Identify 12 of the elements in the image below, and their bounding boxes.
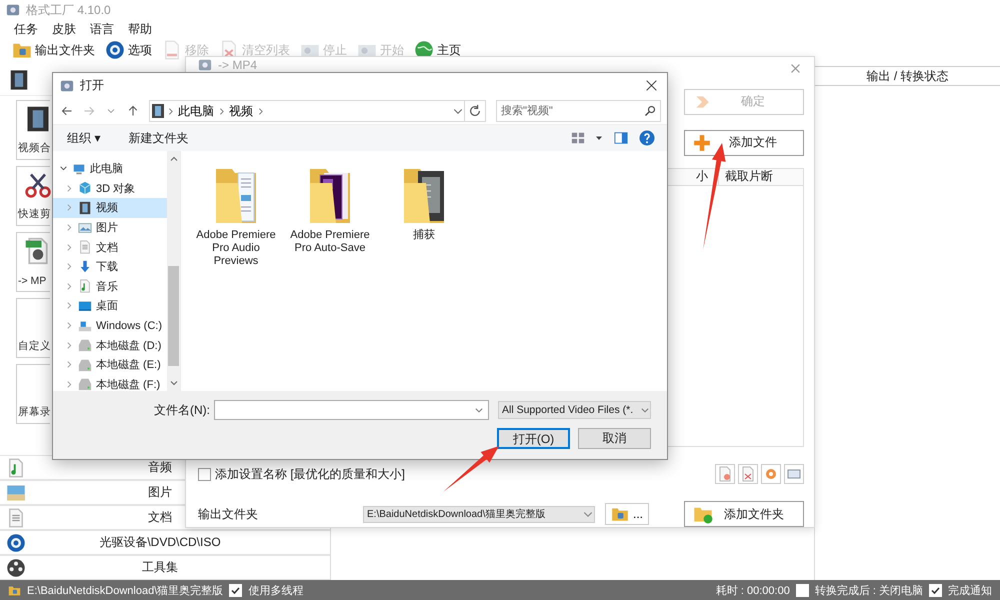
dialog-title: 打开 (80, 77, 104, 94)
dialog-title: -> MP4 (218, 58, 258, 72)
window-title: 格式工厂 4.10.0 (26, 2, 111, 18)
checkbox-label: 完成通知 (948, 584, 992, 598)
elapsed-time: 耗时 : 00:00:00 (716, 584, 790, 598)
column-header: 输出 / 转换状态 (815, 66, 1000, 86)
checkbox-label: 转换完成后 : 关闭电脑 (814, 584, 923, 598)
path-label: E:\BaiduNetdiskDownload\猫里奥完整版 (27, 584, 224, 598)
column-header: 小 (695, 168, 709, 185)
field-label: 文件名(N): (154, 402, 210, 418)
field-label: 输出文件夹 (198, 506, 258, 522)
checkbox-label: 使用多线程 (248, 584, 304, 598)
